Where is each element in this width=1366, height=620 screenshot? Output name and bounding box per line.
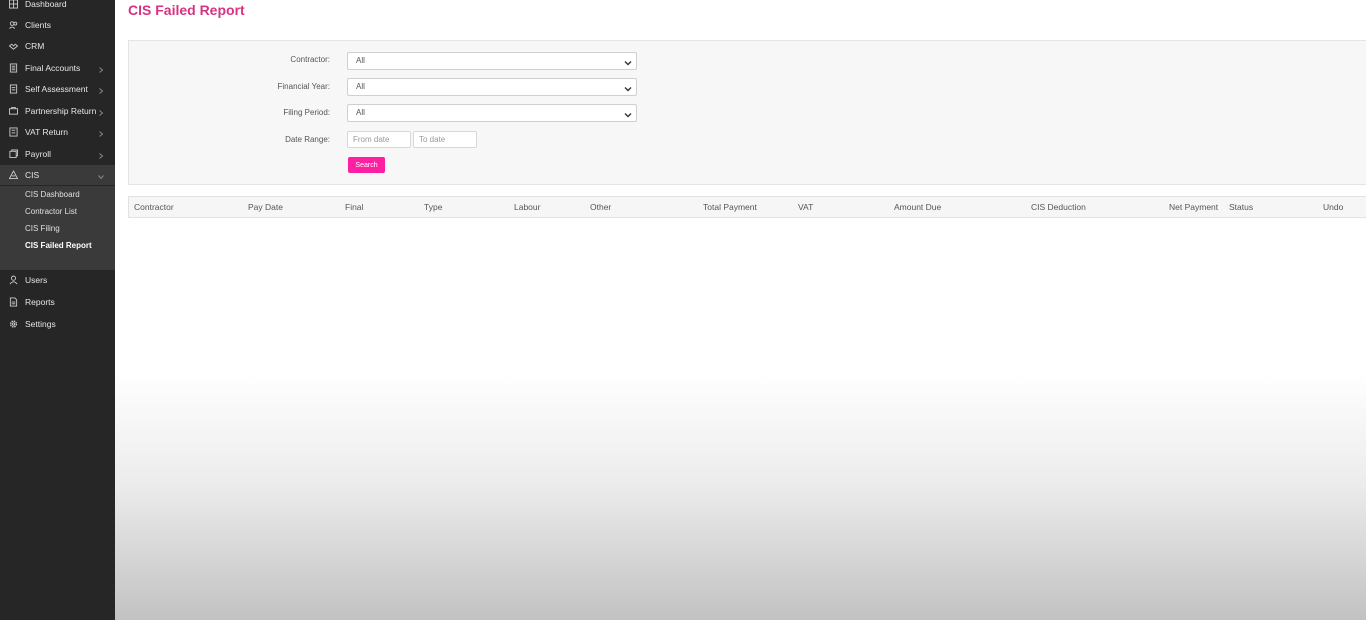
column-header-labour[interactable]: Labour <box>514 197 540 217</box>
to-date-input[interactable]: To date <box>413 131 477 148</box>
sidebar-item-label: Reports <box>25 297 55 307</box>
sidebar: Dashboard Clients CRM Final Accounts Sel… <box>0 0 115 620</box>
contractor-select[interactable]: All <box>347 52 637 70</box>
sidebar-item-label: CRM <box>25 41 45 51</box>
sidebar-item-label: Users <box>25 275 48 285</box>
sidebar-item-final-accounts[interactable]: Final Accounts <box>0 58 115 78</box>
sidebar-item-vat-return[interactable]: VAT Return <box>0 122 115 142</box>
column-header-vat[interactable]: VAT <box>798 197 813 217</box>
filing-period-select-value: All <box>356 108 365 117</box>
chevron-down-icon <box>624 83 632 92</box>
submenu-item-cis-filing[interactable]: CIS Filing <box>25 224 60 233</box>
submenu-item-contractor-list[interactable]: Contractor List <box>25 207 77 216</box>
payroll-icon <box>9 149 18 159</box>
column-header-other[interactable]: Other <box>590 197 611 217</box>
chevron-right-icon <box>98 108 104 116</box>
sidebar-item-settings[interactable]: Settings <box>0 314 115 334</box>
page-title: CIS Failed Report <box>128 2 245 18</box>
partnership-icon <box>9 106 18 116</box>
sidebar-item-self-assessment[interactable]: Self Assessment <box>0 79 115 99</box>
submenu-item-cis-dashboard[interactable]: CIS Dashboard <box>25 190 80 199</box>
filing-period-select[interactable]: All <box>347 104 637 122</box>
sidebar-item-label: Payroll <box>25 149 51 159</box>
column-header-final[interactable]: Final <box>345 197 363 217</box>
table-header: Contractor Pay Date Final Type Labour Ot… <box>128 196 1366 218</box>
column-header-net-payment[interactable]: Net Payment <box>1169 197 1218 217</box>
contractor-label: Contractor: <box>290 55 330 64</box>
clients-icon <box>9 21 18 30</box>
sidebar-item-dashboard[interactable]: Dashboard <box>0 0 115 14</box>
cis-icon <box>9 170 18 180</box>
crm-icon <box>9 42 18 51</box>
search-button[interactable]: Search <box>348 157 385 173</box>
chevron-down-icon <box>624 57 632 66</box>
sidebar-item-label: Self Assessment <box>25 84 88 94</box>
contractor-select-value: All <box>356 56 365 65</box>
sidebar-item-users[interactable]: Users <box>0 270 115 290</box>
sidebar-item-label: Dashboard <box>25 0 67 9</box>
filing-period-label: Filing Period: <box>283 108 330 117</box>
settings-icon <box>9 320 18 329</box>
date-range-label: Date Range: <box>285 135 330 144</box>
sidebar-item-cis[interactable]: CIS <box>0 165 115 185</box>
sidebar-item-partnership-return[interactable]: Partnership Return <box>0 101 115 121</box>
column-header-type[interactable]: Type <box>424 197 442 217</box>
users-icon <box>9 275 18 285</box>
column-header-undo[interactable]: Undo <box>1323 197 1343 217</box>
column-header-cis-deduction[interactable]: CIS Deduction <box>1031 197 1086 217</box>
financial-year-select[interactable]: All <box>347 78 637 96</box>
dashboard-icon <box>9 0 18 9</box>
column-header-pay-date[interactable]: Pay Date <box>248 197 283 217</box>
sidebar-item-label: VAT Return <box>25 127 68 137</box>
chevron-right-icon <box>98 86 104 94</box>
chevron-right-icon <box>98 129 104 137</box>
column-header-amount-due[interactable]: Amount Due <box>894 197 941 217</box>
sidebar-item-label: CIS <box>25 170 40 180</box>
column-header-status[interactable]: Status <box>1229 197 1253 217</box>
chevron-down-icon <box>624 109 632 118</box>
sidebar-item-label: Settings <box>25 319 56 329</box>
chevron-right-icon <box>98 65 104 73</box>
self-assessment-icon <box>9 84 18 94</box>
financial-year-label: Financial Year: <box>277 82 330 91</box>
final-accounts-icon <box>9 63 18 73</box>
sidebar-item-label: Partnership Return <box>25 106 97 116</box>
financial-year-select-value: All <box>356 82 365 91</box>
cis-submenu: CIS Dashboard Contractor List CIS Filing… <box>0 186 115 270</box>
sidebar-item-reports[interactable]: Reports <box>0 292 115 312</box>
sidebar-item-label: Clients <box>25 20 51 30</box>
sidebar-item-payroll[interactable]: Payroll <box>0 144 115 164</box>
column-header-contractor[interactable]: Contractor <box>134 197 174 217</box>
reports-icon <box>9 297 18 307</box>
from-date-input[interactable]: From date <box>347 131 411 148</box>
vat-return-icon <box>9 127 18 137</box>
sidebar-item-clients[interactable]: Clients <box>0 15 115 35</box>
chevron-down-icon <box>98 172 104 180</box>
chevron-right-icon <box>98 151 104 159</box>
submenu-item-cis-failed-report[interactable]: CIS Failed Report <box>25 241 92 250</box>
column-header-total-payment[interactable]: Total Payment <box>703 197 757 217</box>
sidebar-item-label: Final Accounts <box>25 63 81 73</box>
sidebar-item-crm[interactable]: CRM <box>0 36 115 56</box>
